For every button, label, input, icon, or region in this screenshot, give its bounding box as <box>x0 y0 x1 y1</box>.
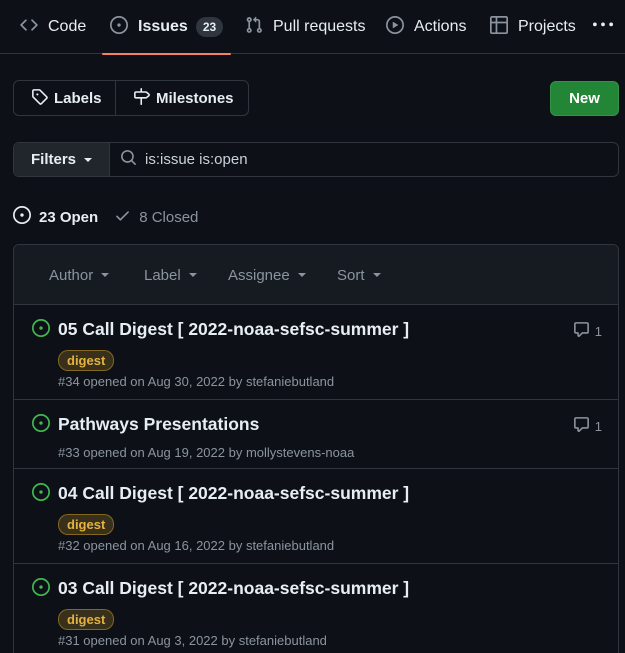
issues-list: Author Label Assignee Sort 05 Call Diges… <box>13 244 619 653</box>
chevron-down-icon <box>188 273 197 277</box>
tab-pull-requests-label: Pull requests <box>273 18 366 35</box>
tag-icon <box>31 88 54 109</box>
issue-opened-icon <box>32 414 50 437</box>
milestone-icon <box>133 87 156 109</box>
issue-opened-icon <box>32 319 50 342</box>
filters-button-label: Filters <box>31 151 77 168</box>
tab-projects-label: Projects <box>518 18 576 35</box>
issue-title-link[interactable]: 05 Call Digest [ 2022-noaa-sefsc-summer … <box>58 319 409 340</box>
issue-title-link[interactable]: Pathways Presentations <box>58 414 259 435</box>
play-icon <box>386 15 404 39</box>
comment-count: 1 <box>594 323 602 339</box>
issue-label-badge[interactable]: digest <box>58 609 115 630</box>
closed-issues-link[interactable]: 8 Closed <box>114 207 198 228</box>
tab-issues[interactable]: Issues 23 <box>101 0 232 55</box>
comment-count: 1 <box>594 418 602 434</box>
issue-title-link[interactable]: 03 Call Digest [ 2022-noaa-sefsc-summer … <box>58 578 409 599</box>
issue-filter-bar: Filters <box>13 142 619 177</box>
issue-label-badge[interactable]: digest <box>58 514 115 535</box>
issue-row: 03 Call Digest [ 2022-noaa-sefsc-summer … <box>14 564 618 653</box>
chevron-down-icon <box>101 273 110 277</box>
labels-button[interactable]: Labels <box>14 81 116 115</box>
new-issue-button[interactable]: New <box>550 81 619 116</box>
issue-opened-icon <box>32 483 50 506</box>
tab-issues-label: Issues <box>138 18 188 35</box>
assignee-filter[interactable]: Assignee <box>228 245 306 305</box>
assignee-filter-label: Assignee <box>228 266 290 284</box>
more-tabs-button[interactable] <box>593 0 613 54</box>
chevron-down-icon <box>297 273 306 277</box>
issue-row: 04 Call Digest [ 2022-noaa-sefsc-summer … <box>14 469 618 564</box>
search-input[interactable] <box>145 151 585 168</box>
comments-link[interactable]: 1 <box>573 416 602 436</box>
milestones-button-label: Milestones <box>156 89 234 107</box>
git-pull-request-icon <box>245 16 263 39</box>
issue-opened-icon <box>32 578 50 601</box>
issues-count-badge: 23 <box>195 17 224 37</box>
label-filter-label: Label <box>144 266 181 284</box>
tab-projects[interactable]: Projects <box>490 0 576 54</box>
issue-row: 05 Call Digest [ 2022-noaa-sefsc-summer … <box>14 305 618 400</box>
tab-actions[interactable]: Actions <box>386 0 466 54</box>
issue-label-badge[interactable]: digest <box>58 350 115 371</box>
issue-opened-icon <box>13 206 31 228</box>
issue-state-toggle: 23 Open 8 Closed <box>13 206 198 228</box>
search-icon <box>120 149 137 171</box>
open-issues-label: 23 Open <box>39 208 99 226</box>
issue-meta: #32 opened on Aug 16, 2022 by stefaniebu… <box>58 538 335 553</box>
code-icon <box>20 16 38 39</box>
label-filter[interactable]: Label <box>144 245 197 305</box>
search-field[interactable] <box>110 143 618 176</box>
check-icon <box>114 207 131 228</box>
issue-title-link[interactable]: 04 Call Digest [ 2022-noaa-sefsc-summer … <box>58 483 409 504</box>
tab-code-label: Code <box>48 18 87 35</box>
tab-code[interactable]: Code <box>20 0 86 54</box>
issue-opened-icon <box>110 15 128 39</box>
issue-meta: #34 opened on Aug 30, 2022 by stefaniebu… <box>58 374 335 389</box>
comment-icon <box>573 416 595 436</box>
milestones-button[interactable]: Milestones <box>116 81 234 115</box>
filters-dropdown-button[interactable]: Filters <box>14 143 110 176</box>
open-issues-link[interactable]: 23 Open <box>13 206 98 228</box>
comment-icon <box>573 321 595 341</box>
labels-milestones-group: Labels Milestones <box>13 80 249 116</box>
issue-row: Pathways Presentations #33 opened on Aug… <box>14 400 618 469</box>
table-icon <box>490 15 508 39</box>
tab-actions-label: Actions <box>414 18 467 35</box>
sort-filter-label: Sort <box>337 266 365 284</box>
repo-nav: Code Issues 23 Pull requests Actions Pro… <box>0 0 625 55</box>
issue-meta: #33 opened on Aug 19, 2022 by mollysteve… <box>58 445 355 460</box>
closed-issues-label: 8 Closed <box>139 208 199 226</box>
comments-link[interactable]: 1 <box>573 321 602 341</box>
chevron-down-icon <box>84 157 93 162</box>
sort-filter[interactable]: Sort <box>337 245 381 305</box>
kebab-horizontal-icon <box>593 15 613 40</box>
author-filter-label: Author <box>49 266 94 284</box>
labels-button-label: Labels <box>54 89 102 107</box>
chevron-down-icon <box>372 273 381 277</box>
tab-pull-requests[interactable]: Pull requests <box>245 0 366 54</box>
author-filter[interactable]: Author <box>49 245 110 305</box>
issues-list-header: Author Label Assignee Sort <box>14 245 618 305</box>
issue-meta: #31 opened on Aug 3, 2022 by stefaniebut… <box>58 633 327 648</box>
